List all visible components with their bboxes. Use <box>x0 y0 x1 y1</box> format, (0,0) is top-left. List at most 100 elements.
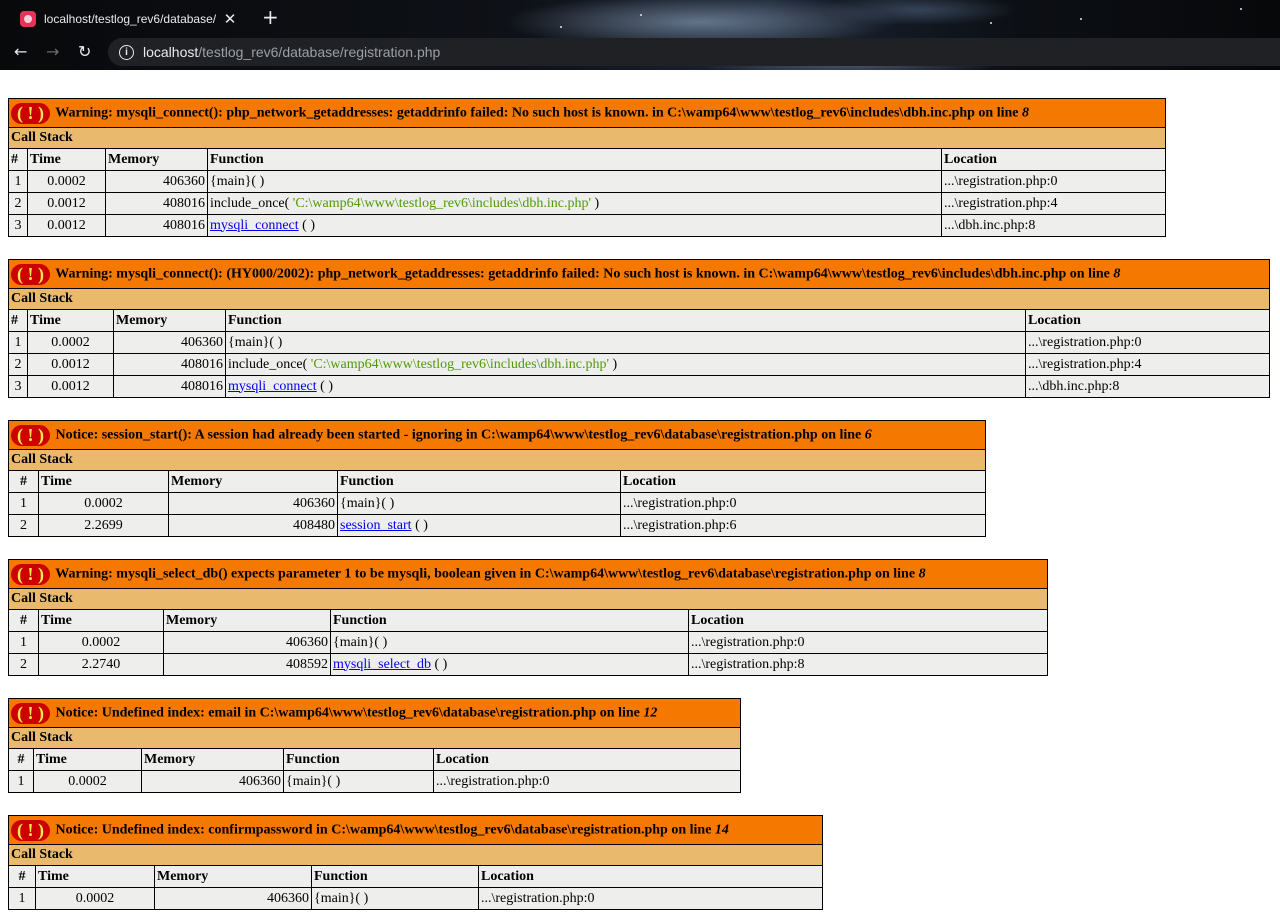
row-function: {main}( ) <box>283 770 434 793</box>
star-decoration <box>640 14 642 16</box>
row-time: 0.0002 <box>38 492 169 515</box>
row-memory: 406360 <box>154 887 312 910</box>
star-decoration <box>1240 8 1242 10</box>
row-time: 2.2740 <box>38 653 164 676</box>
error-line-number: 6 <box>864 427 872 443</box>
row-function: {main}( ) <box>330 631 689 654</box>
col-header-num: # <box>8 865 36 888</box>
col-header-location: Location <box>1025 309 1270 332</box>
function-paren: ( ) <box>298 217 315 233</box>
table-row: 1 0.0002 406360 {main}( ) ...\registrati… <box>8 331 1270 354</box>
function-paren: ) <box>609 356 618 372</box>
call-stack-label: Call Stack <box>8 727 741 749</box>
col-header-time: Time <box>33 748 142 771</box>
info-icon[interactable]: i <box>119 44 134 60</box>
wamp-favicon-icon <box>20 11 36 27</box>
warning-bang-icon: ( ! ) <box>11 819 50 841</box>
error-line-number: 12 <box>643 705 658 721</box>
warning-bang-icon: ( ! ) <box>11 563 50 585</box>
row-memory: 406360 <box>168 492 338 515</box>
row-time: 0.0002 <box>27 331 114 354</box>
row-memory: 406360 <box>163 631 331 654</box>
col-header-function: Function <box>207 148 942 171</box>
forward-arrow-icon[interactable]: → <box>46 42 59 61</box>
function-argument: 'C:\wamp64\www\testlog_rev6\includes\dbh… <box>292 195 592 211</box>
row-memory: 408016 <box>113 353 226 376</box>
row-num: 1 <box>8 170 28 193</box>
row-memory: 408480 <box>168 514 338 537</box>
browser-tab[interactable]: localhost/testlog_rev6/database/ ✕ <box>8 4 248 34</box>
row-function: {main}( ) <box>207 170 942 193</box>
col-header-num: # <box>8 609 39 632</box>
call-stack-label: Call Stack <box>8 288 1270 310</box>
row-num: 2 <box>8 514 39 537</box>
row-num: 3 <box>8 214 28 237</box>
row-time: 0.0012 <box>27 353 114 376</box>
call-stack-label: Call Stack <box>8 844 823 866</box>
row-num: 1 <box>8 887 36 910</box>
function-paren: ) <box>591 195 600 211</box>
table-row: 2 2.2740 408592 mysqli_select_db ( ) ...… <box>8 653 1048 676</box>
col-header-function: Function <box>330 609 689 632</box>
close-icon[interactable]: ✕ <box>222 10 238 28</box>
row-memory: 408016 <box>113 375 226 398</box>
function-doc-link[interactable]: mysqli_select_db <box>333 657 431 672</box>
xdebug-error-table: ( ! ) Warning: mysqli_select_db() expect… <box>8 559 1048 676</box>
row-function: mysqli_connect ( ) <box>225 375 1026 398</box>
star-decoration <box>1080 18 1082 20</box>
url-path: /testlog_rev6/database/registration.php <box>198 44 441 60</box>
col-header-num: # <box>8 470 39 493</box>
col-header-memory: Memory <box>154 865 312 888</box>
table-row: 3 0.0012 408016 mysqli_connect ( ) ...\d… <box>8 375 1270 398</box>
row-num: 1 <box>8 631 39 654</box>
col-header-time: Time <box>27 309 114 332</box>
col-header-memory: Memory <box>105 148 208 171</box>
row-memory: 408016 <box>105 192 208 215</box>
error-message-header: ( ! ) Warning: mysqli_connect(): php_net… <box>8 98 1166 128</box>
address-bar[interactable]: i localhost/testlog_rev6/database/regist… <box>108 38 1280 66</box>
error-message-header: ( ! ) Notice: Undefined index: confirmpa… <box>8 815 823 845</box>
function-argument: 'C:\wamp64\www\testlog_rev6\includes\dbh… <box>310 356 610 372</box>
function-doc-link[interactable]: mysqli_connect <box>228 379 317 394</box>
error-message-header: ( ! ) Warning: mysqli_select_db() expect… <box>8 559 1048 589</box>
col-header-time: Time <box>27 148 106 171</box>
warning-bang-icon: ( ! ) <box>11 102 50 124</box>
row-memory: 406360 <box>113 331 226 354</box>
table-row: 1 0.0002 406360 {main}( ) ...\registrati… <box>8 887 823 910</box>
reload-icon[interactable]: ↻ <box>78 42 91 61</box>
error-message: Warning: mysqli_connect(): php_network_g… <box>55 105 1019 121</box>
function-name: include_once( <box>228 356 311 372</box>
col-header-memory: Memory <box>113 309 226 332</box>
error-message-header: ( ! ) Notice: Undefined index: email in … <box>8 698 741 728</box>
row-location: ...\registration.php:0 <box>688 631 1048 654</box>
col-header-num: # <box>8 748 34 771</box>
row-time: 2.2699 <box>38 514 169 537</box>
function-doc-link[interactable]: mysqli_connect <box>210 218 299 233</box>
error-message: Warning: mysqli_select_db() expects para… <box>55 566 916 582</box>
row-location: ...\registration.php:0 <box>433 770 741 793</box>
col-header-time: Time <box>35 865 155 888</box>
col-header-num: # <box>8 148 28 171</box>
function-doc-link[interactable]: session_start <box>340 518 412 533</box>
row-num: 2 <box>8 192 28 215</box>
row-memory: 408592 <box>163 653 331 676</box>
row-function: {main}( ) <box>225 331 1026 354</box>
row-num: 1 <box>8 492 39 515</box>
error-message-header: ( ! ) Notice: session_start(): A session… <box>8 420 986 450</box>
function-paren: ( ) <box>411 517 428 533</box>
row-location: ...\registration.php:0 <box>941 170 1166 193</box>
col-header-time: Time <box>38 609 164 632</box>
call-stack-label: Call Stack <box>8 588 1048 610</box>
error-line-number: 14 <box>714 822 729 838</box>
new-tab-plus-icon[interactable]: + <box>262 5 279 29</box>
back-arrow-icon[interactable]: ← <box>14 42 27 61</box>
error-line-number: 8 <box>918 566 926 582</box>
col-header-memory: Memory <box>163 609 331 632</box>
table-row: 2 2.2699 408480 session_start ( ) ...\re… <box>8 514 986 537</box>
error-message-header: ( ! ) Warning: mysqli_connect(): (HY000/… <box>8 259 1270 289</box>
error-line-number: 8 <box>1113 266 1121 282</box>
row-time: 0.0002 <box>33 770 142 793</box>
row-function: {main}( ) <box>337 492 621 515</box>
row-location: ...\registration.php:0 <box>1025 331 1270 354</box>
xdebug-error-table: ( ! ) Warning: mysqli_connect(): php_net… <box>8 98 1166 237</box>
